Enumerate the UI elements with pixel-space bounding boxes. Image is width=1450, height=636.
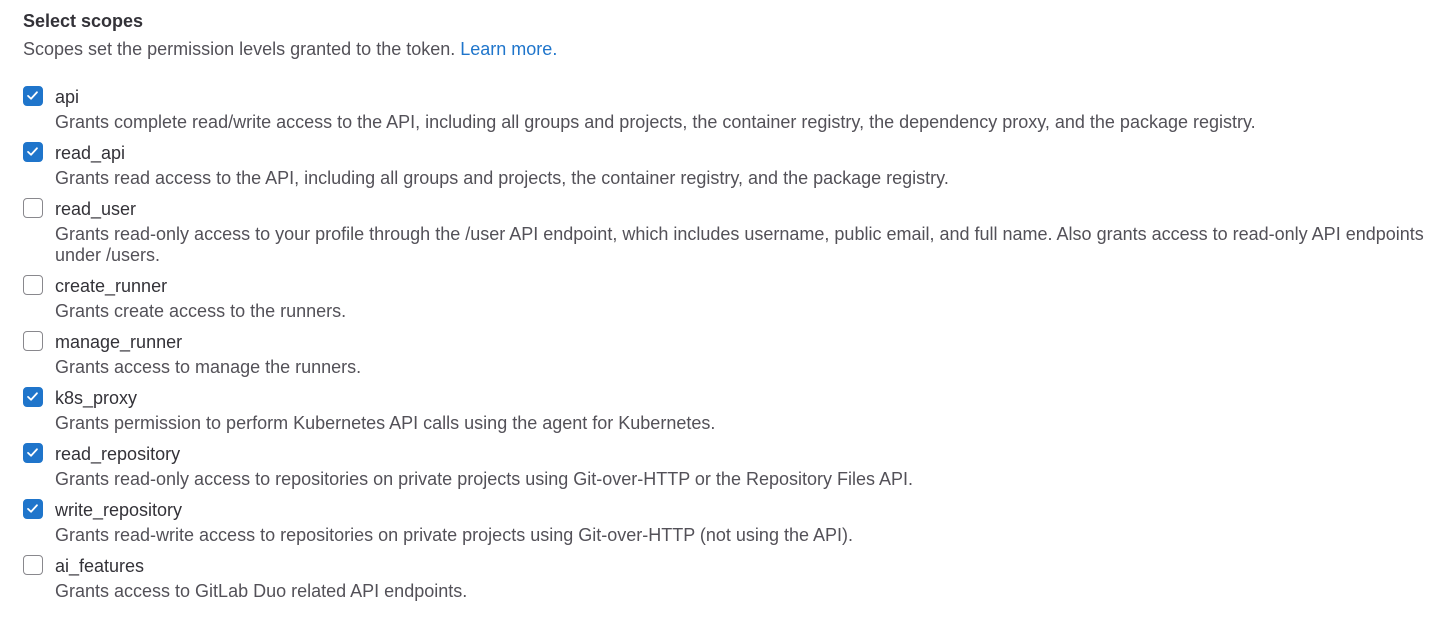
scope-description: Grants read-only access to repositories … bbox=[55, 469, 914, 489]
scope-checkbox-read-repository[interactable] bbox=[23, 443, 43, 463]
scope-item-api: api Grants complete read/write access to… bbox=[23, 85, 1450, 133]
subtitle-text: Scopes set the permission levels granted… bbox=[23, 39, 456, 59]
scope-item-read-repository: read_repository Grants read-only access … bbox=[23, 442, 1450, 490]
scope-name[interactable]: read_repository bbox=[55, 442, 180, 466]
check-icon bbox=[27, 504, 38, 513]
scope-description: Grants permission to perform Kubernetes … bbox=[55, 413, 716, 433]
check-icon bbox=[27, 147, 38, 156]
section-subtitle: Scopes set the permission levels granted… bbox=[23, 37, 1450, 61]
check-icon bbox=[27, 448, 38, 457]
scope-description: Grants create access to the runners. bbox=[55, 301, 347, 321]
scope-description: Grants read access to the API, including… bbox=[55, 168, 949, 188]
scope-description: Grants complete read/write access to the… bbox=[55, 112, 1256, 132]
scope-description: Grants access to GitLab Duo related API … bbox=[55, 581, 468, 601]
scope-name[interactable]: manage_runner bbox=[55, 330, 182, 354]
scope-name[interactable]: ai_features bbox=[55, 554, 144, 578]
scope-name[interactable]: api bbox=[55, 85, 79, 109]
scopes-section: Select scopes Scopes set the permission … bbox=[0, 0, 1450, 602]
scope-description: Grants access to manage the runners. bbox=[55, 357, 362, 377]
scope-item-read-api: read_api Grants read access to the API, … bbox=[23, 141, 1450, 189]
scope-checkbox-ai-features[interactable] bbox=[23, 555, 43, 575]
scope-description: Grants read-write access to repositories… bbox=[55, 525, 853, 545]
scope-item-create-runner: create_runner Grants create access to th… bbox=[23, 274, 1450, 322]
scope-checkbox-create-runner[interactable] bbox=[23, 275, 43, 295]
scope-name[interactable]: k8s_proxy bbox=[55, 386, 137, 410]
scope-list: api Grants complete read/write access to… bbox=[23, 85, 1450, 602]
check-icon bbox=[27, 392, 38, 401]
scope-name[interactable]: create_runner bbox=[55, 274, 167, 298]
check-icon bbox=[27, 91, 38, 100]
scope-checkbox-k8s-proxy[interactable] bbox=[23, 387, 43, 407]
scope-checkbox-read-api[interactable] bbox=[23, 142, 43, 162]
scope-name[interactable]: read_api bbox=[55, 141, 125, 165]
scope-item-read-user: read_user Grants read-only access to you… bbox=[23, 197, 1450, 266]
scope-name[interactable]: write_repository bbox=[55, 498, 182, 522]
scope-item-k8s-proxy: k8s_proxy Grants permission to perform K… bbox=[23, 386, 1450, 434]
scope-checkbox-manage-runner[interactable] bbox=[23, 331, 43, 351]
scope-description: Grants read-only access to your profile … bbox=[55, 224, 1424, 265]
scope-item-manage-runner: manage_runner Grants access to manage th… bbox=[23, 330, 1450, 378]
scope-name[interactable]: read_user bbox=[55, 197, 136, 221]
scope-checkbox-read-user[interactable] bbox=[23, 198, 43, 218]
scope-item-ai-features: ai_features Grants access to GitLab Duo … bbox=[23, 554, 1450, 602]
scope-checkbox-api[interactable] bbox=[23, 86, 43, 106]
section-title: Select scopes bbox=[23, 11, 144, 31]
scope-checkbox-write-repository[interactable] bbox=[23, 499, 43, 519]
scope-item-write-repository: write_repository Grants read-write acces… bbox=[23, 498, 1450, 546]
learn-more-link[interactable]: Learn more. bbox=[460, 39, 557, 59]
